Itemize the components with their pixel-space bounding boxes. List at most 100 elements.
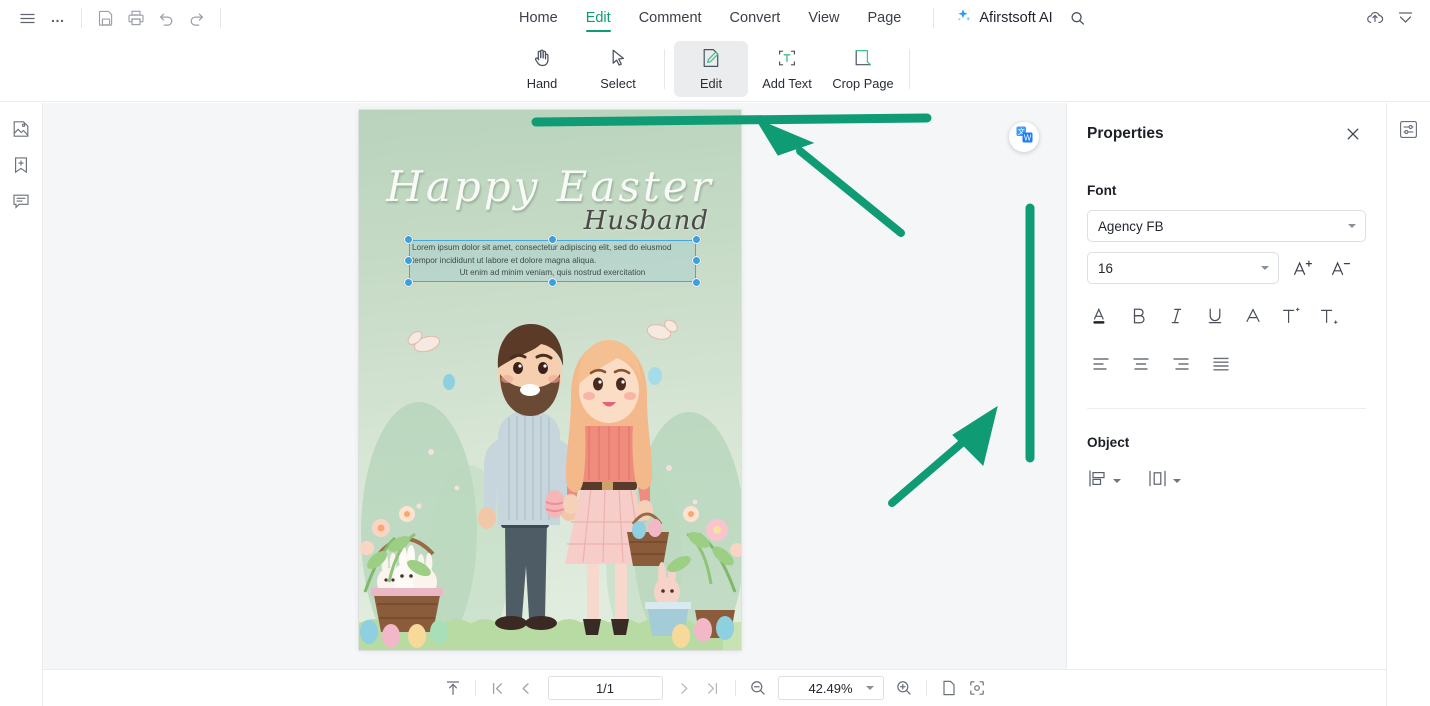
align-left-button[interactable] xyxy=(1087,350,1115,378)
comments-panel-icon[interactable] xyxy=(7,187,35,215)
tool-label: Crop Page xyxy=(832,76,894,91)
save-icon[interactable] xyxy=(91,3,121,33)
object-section-label: Object xyxy=(1087,435,1130,450)
redo-icon[interactable] xyxy=(181,3,211,33)
zoom-level-select[interactable]: 42.49% xyxy=(777,676,884,700)
undo-icon[interactable] xyxy=(151,3,181,33)
edit-toolbar: Hand Select Edit Add Text Crop Page xyxy=(0,36,1430,102)
menu-item-view[interactable]: View xyxy=(794,0,853,36)
align-objects-button[interactable] xyxy=(1087,468,1121,494)
font-section-label: Font xyxy=(1087,183,1117,198)
first-page-icon[interactable] xyxy=(484,675,512,701)
align-center-button[interactable] xyxy=(1127,350,1155,378)
edit-pencil-icon xyxy=(699,46,723,75)
menu-item-comment[interactable]: Comment xyxy=(625,0,716,36)
font-color-button[interactable] xyxy=(1087,302,1115,330)
resize-handle-e[interactable] xyxy=(692,256,701,265)
font-size-row: 16 xyxy=(1087,252,1366,284)
tool-edit[interactable]: Edit xyxy=(674,40,748,97)
cloud-upload-icon[interactable] xyxy=(1360,3,1390,33)
panel-title: Properties xyxy=(1087,125,1164,142)
tool-add-text[interactable]: Add Text xyxy=(750,41,824,97)
chevron-down-icon xyxy=(1261,266,1269,270)
left-sidebar xyxy=(0,103,43,706)
properties-panel: Properties Font Agency FB 16 Object xyxy=(1066,103,1386,706)
resize-handle-se[interactable] xyxy=(692,278,701,287)
more-options-icon[interactable] xyxy=(42,3,72,33)
thumbnails-panel-icon[interactable] xyxy=(7,115,35,143)
font-size-select[interactable]: 16 xyxy=(1087,252,1279,284)
align-objects-icon xyxy=(1087,468,1108,494)
fit-page-icon[interactable] xyxy=(963,675,991,701)
cursor-icon xyxy=(606,46,630,75)
translate-button[interactable]: 文 W xyxy=(1009,122,1039,152)
search-icon[interactable] xyxy=(1063,3,1093,33)
chevron-down-icon xyxy=(865,686,874,690)
single-page-view-icon[interactable] xyxy=(935,675,963,701)
bookmark-add-icon[interactable] xyxy=(7,151,35,179)
tool-label: Add Text xyxy=(762,76,812,91)
strikethrough-button[interactable] xyxy=(1239,302,1267,330)
add-text-icon xyxy=(775,46,799,75)
header-divider-1 xyxy=(81,8,82,28)
font-family-select[interactable]: Agency FB xyxy=(1087,210,1366,242)
hand-icon xyxy=(530,46,554,75)
document-canvas[interactable]: Happy Easter Husband Lorem ipsum dolor s… xyxy=(43,103,1066,669)
align-right-button[interactable] xyxy=(1167,350,1195,378)
zoom-in-icon[interactable] xyxy=(890,675,918,701)
tool-label: Edit xyxy=(699,76,723,91)
tool-select[interactable]: Select xyxy=(581,41,655,97)
afirstsoft-ai-button[interactable]: Afirstsoft AI xyxy=(948,4,1058,32)
header-left-tools xyxy=(0,0,230,36)
resize-handle-n[interactable] xyxy=(548,235,557,244)
resize-handle-nw[interactable] xyxy=(404,235,413,244)
tool-crop-page[interactable]: Crop Page xyxy=(826,41,900,97)
textbox-line-1: Lorem ipsum dolor sit amet, consectetur … xyxy=(412,243,639,252)
subscript-button[interactable] xyxy=(1315,302,1343,330)
italic-button[interactable] xyxy=(1163,302,1191,330)
toolbar-divider-2 xyxy=(909,48,910,89)
last-page-icon[interactable] xyxy=(699,675,727,701)
page-number-input[interactable]: 1/1 xyxy=(547,676,663,700)
status-divider-3 xyxy=(925,680,927,696)
object-tools-row xyxy=(1087,468,1366,494)
menu-item-convert[interactable]: Convert xyxy=(716,0,795,36)
distribute-objects-button[interactable] xyxy=(1147,468,1181,494)
resize-handle-w[interactable] xyxy=(404,256,413,265)
card-subtitle-text: Husband xyxy=(583,206,709,236)
increase-font-size-icon[interactable] xyxy=(1287,253,1317,283)
header-divider-2 xyxy=(220,8,221,28)
menu-icon[interactable] xyxy=(12,3,42,33)
ai-label: Afirstsoft AI xyxy=(979,10,1053,26)
print-icon[interactable] xyxy=(121,3,151,33)
zoom-level-value: 42.49% xyxy=(808,680,853,696)
chevron-down-icon xyxy=(1348,224,1356,228)
decrease-font-size-icon[interactable] xyxy=(1325,253,1355,283)
textbox-content: Lorem ipsum dolor sit amet, consectetur … xyxy=(412,242,693,280)
resize-handle-ne[interactable] xyxy=(692,235,701,244)
properties-panel-icon[interactable] xyxy=(1395,115,1423,143)
resize-handle-sw[interactable] xyxy=(404,278,413,287)
next-page-icon[interactable] xyxy=(671,675,699,701)
tool-hand[interactable]: Hand xyxy=(505,41,579,97)
pdf-page[interactable]: Happy Easter Husband Lorem ipsum dolor s… xyxy=(359,110,741,650)
font-family-value: Agency FB xyxy=(1098,218,1164,234)
svg-text:W: W xyxy=(1023,133,1031,142)
menu-item-page[interactable]: Page xyxy=(854,0,916,36)
align-justify-button[interactable] xyxy=(1207,350,1235,378)
menu-item-home[interactable]: Home xyxy=(505,0,572,36)
selected-textbox[interactable]: Lorem ipsum dolor sit amet, consectetur … xyxy=(404,235,701,287)
ai-sparkle-icon xyxy=(954,7,972,30)
resize-handle-s[interactable] xyxy=(548,278,557,287)
scroll-to-top-icon[interactable] xyxy=(439,675,467,701)
superscript-button[interactable] xyxy=(1277,302,1305,330)
app-header: Home Edit Comment Convert View Page Afir… xyxy=(0,0,1430,36)
underline-button[interactable] xyxy=(1201,302,1229,330)
zoom-out-icon[interactable] xyxy=(744,675,772,701)
distribute-objects-icon xyxy=(1147,468,1168,494)
previous-page-icon[interactable] xyxy=(512,675,540,701)
menu-item-edit[interactable]: Edit xyxy=(572,0,625,36)
bold-button[interactable] xyxy=(1125,302,1153,330)
close-icon[interactable] xyxy=(1340,121,1366,147)
collapse-ribbon-icon[interactable] xyxy=(1390,3,1420,33)
